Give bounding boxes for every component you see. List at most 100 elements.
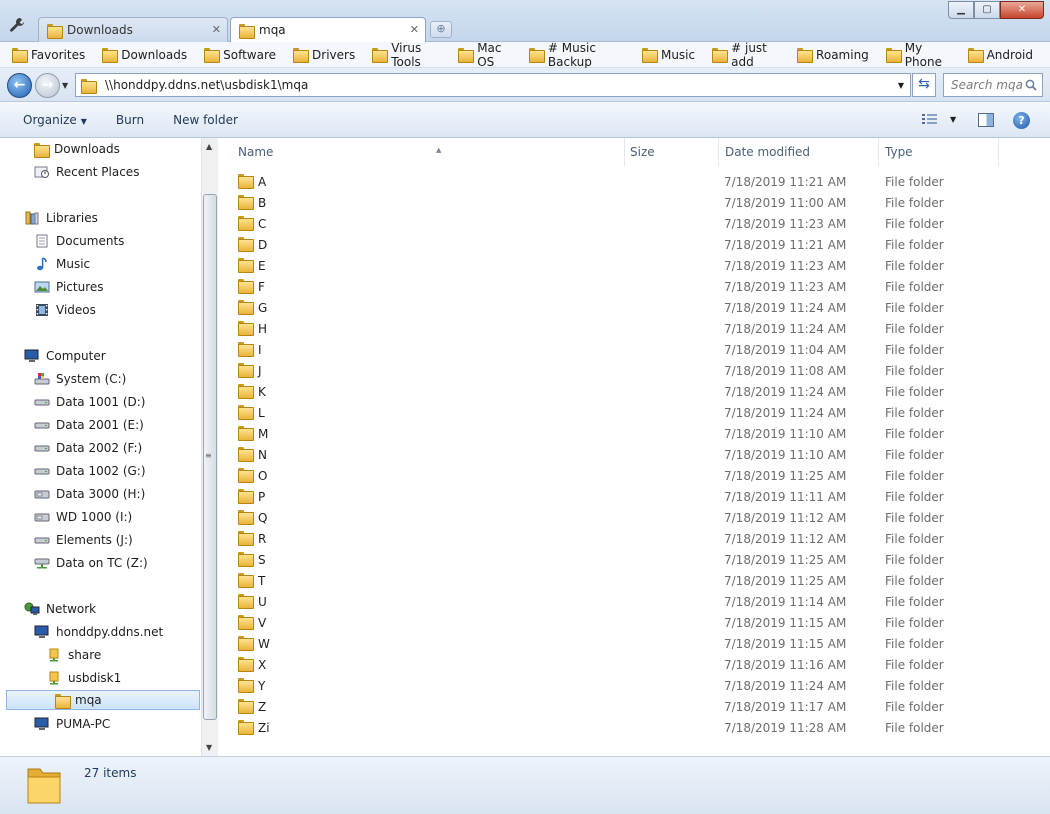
file-name[interactable]: Y: [258, 679, 265, 693]
nav-item-mqa[interactable]: mqa: [6, 690, 200, 710]
favorite-link[interactable]: Roaming: [797, 48, 869, 63]
close-tab-icon[interactable]: ✕: [212, 23, 221, 36]
file-name[interactable]: W: [258, 637, 270, 651]
tab-downloads[interactable]: Downloads ✕: [38, 17, 228, 42]
preview-pane-icon[interactable]: [978, 113, 994, 127]
nav-item-documents[interactable]: Documents: [34, 231, 124, 251]
file-name[interactable]: M: [258, 427, 268, 441]
table-row[interactable]: M 7/18/2019 11:10 AM File folder: [232, 423, 1012, 444]
file-name[interactable]: C: [258, 217, 266, 231]
close-window-button[interactable]: ✕: [1000, 1, 1044, 19]
table-row[interactable]: S 7/18/2019 11:25 AM File folder: [232, 549, 1012, 570]
minimize-button[interactable]: ▁: [948, 1, 974, 19]
nav-item-puma-pc[interactable]: PUMA-PC: [34, 714, 110, 734]
search-input[interactable]: Search mqa: [943, 73, 1043, 97]
favorite-link[interactable]: # just add: [712, 41, 780, 69]
maximize-button[interactable]: ▢: [974, 1, 1000, 19]
nav-item-drive[interactable]: Elements (J:): [34, 530, 133, 550]
favorite-link[interactable]: Downloads: [102, 48, 187, 63]
search-icon[interactable]: [1025, 79, 1037, 91]
nav-item-downloads[interactable]: Downloads: [34, 139, 120, 159]
column-header-size[interactable]: Size: [624, 138, 719, 166]
new-folder-button[interactable]: New folder: [173, 113, 238, 127]
tab-mqa[interactable]: mqa ✕: [230, 17, 426, 42]
address-bar[interactable]: \\honddpy.ddns.net\usbdisk1\mqa ▼: [75, 73, 911, 97]
favorite-link[interactable]: Virus Tools: [372, 41, 441, 69]
table-row[interactable]: Y 7/18/2019 11:24 AM File folder: [232, 675, 1012, 696]
file-name[interactable]: V: [258, 616, 266, 630]
nav-item-drive[interactable]: Data 3000 (H:): [34, 484, 145, 504]
table-row[interactable]: O 7/18/2019 11:25 AM File folder: [232, 465, 1012, 486]
refresh-button[interactable]: ⇆: [912, 73, 936, 97]
file-name[interactable]: I: [258, 343, 262, 357]
nav-item-drive[interactable]: Data 2002 (F:): [34, 438, 142, 458]
table-row[interactable]: R 7/18/2019 11:12 AM File folder: [232, 528, 1012, 549]
table-row[interactable]: P 7/18/2019 11:11 AM File folder: [232, 486, 1012, 507]
back-button[interactable]: ←: [7, 73, 32, 98]
nav-item-drive[interactable]: Data 2001 (E:): [34, 415, 144, 435]
table-row[interactable]: B 7/18/2019 11:00 AM File folder: [232, 192, 1012, 213]
scroll-up-icon[interactable]: ▲: [206, 142, 212, 151]
favorite-link[interactable]: # Music Backup: [528, 41, 625, 69]
table-row[interactable]: D 7/18/2019 11:21 AM File folder: [232, 234, 1012, 255]
nav-item-recent-places[interactable]: Recent Places: [34, 162, 139, 182]
favorite-link[interactable]: Mac OS: [458, 41, 512, 69]
table-row[interactable]: Z 7/18/2019 11:17 AM File folder: [232, 696, 1012, 717]
scroll-down-icon[interactable]: ▼: [206, 743, 212, 752]
file-name[interactable]: Z: [258, 700, 266, 714]
nav-item-computer[interactable]: Computer: [24, 346, 106, 366]
file-name[interactable]: X: [258, 658, 266, 672]
table-row[interactable]: X 7/18/2019 11:16 AM File folder: [232, 654, 1012, 675]
nav-item-share[interactable]: share: [46, 645, 101, 665]
file-name[interactable]: T: [258, 574, 265, 588]
help-icon[interactable]: ?: [1013, 112, 1030, 129]
table-row[interactable]: N 7/18/2019 11:10 AM File folder: [232, 444, 1012, 465]
file-name[interactable]: Q: [258, 511, 267, 525]
nav-item-music[interactable]: Music: [34, 254, 90, 274]
table-row[interactable]: I 7/18/2019 11:04 AM File folder: [232, 339, 1012, 360]
file-name[interactable]: L: [258, 406, 265, 420]
file-name[interactable]: A: [258, 175, 266, 189]
favorite-link[interactable]: My Phone: [885, 41, 951, 69]
nav-scrollbar[interactable]: ▲ ≡ ▼: [201, 138, 218, 756]
table-row[interactable]: U 7/18/2019 11:14 AM File folder: [232, 591, 1012, 612]
file-name[interactable]: S: [258, 553, 266, 567]
nav-item-drive[interactable]: Data on TC (Z:): [34, 553, 148, 573]
table-row[interactable]: A 7/18/2019 11:21 AM File folder: [232, 171, 1012, 192]
close-tab-icon[interactable]: ✕: [410, 23, 419, 36]
file-name[interactable]: F: [258, 280, 265, 294]
table-row[interactable]: E 7/18/2019 11:23 AM File folder: [232, 255, 1012, 276]
favorites-button[interactable]: Favorites: [12, 48, 85, 63]
nav-item-videos[interactable]: Videos: [34, 300, 96, 320]
nav-item-drive[interactable]: System (C:): [34, 369, 126, 389]
table-row[interactable]: Q 7/18/2019 11:12 AM File folder: [232, 507, 1012, 528]
organize-button[interactable]: Organize ▼: [23, 113, 87, 127]
file-name[interactable]: N: [258, 448, 267, 462]
nav-item-drive[interactable]: WD 1000 (I:): [34, 507, 132, 527]
file-name[interactable]: H: [258, 322, 267, 336]
table-row[interactable]: V 7/18/2019 11:15 AM File folder: [232, 612, 1012, 633]
table-row[interactable]: J 7/18/2019 11:08 AM File folder: [232, 360, 1012, 381]
nav-item-libraries[interactable]: Libraries: [24, 208, 98, 228]
file-name[interactable]: U: [258, 595, 267, 609]
column-header-type[interactable]: Type: [879, 138, 999, 166]
nav-item-drive[interactable]: Data 1001 (D:): [34, 392, 145, 412]
file-name[interactable]: P: [258, 490, 265, 504]
table-row[interactable]: W 7/18/2019 11:15 AM File folder: [232, 633, 1012, 654]
table-row[interactable]: F 7/18/2019 11:23 AM File folder: [232, 276, 1012, 297]
address-dropdown-icon[interactable]: ▼: [898, 81, 904, 90]
nav-item-pictures[interactable]: Pictures: [34, 277, 104, 297]
table-row[interactable]: K 7/18/2019 11:24 AM File folder: [232, 381, 1012, 402]
nav-item-drive[interactable]: Data 1002 (G:): [34, 461, 146, 481]
recent-pages-dropdown-icon[interactable]: ▼: [62, 81, 68, 90]
favorite-link[interactable]: Software: [204, 48, 276, 63]
change-view-button[interactable]: ▼: [922, 113, 956, 125]
file-name[interactable]: Zi: [258, 721, 270, 735]
file-name[interactable]: K: [258, 385, 266, 399]
table-row[interactable]: G 7/18/2019 11:24 AM File folder: [232, 297, 1012, 318]
favorite-link[interactable]: Android: [967, 48, 1033, 63]
nav-item-network[interactable]: Network: [24, 599, 96, 619]
file-name[interactable]: D: [258, 238, 267, 252]
column-header-name[interactable]: Name ▲: [232, 138, 625, 166]
file-name[interactable]: G: [258, 301, 267, 315]
